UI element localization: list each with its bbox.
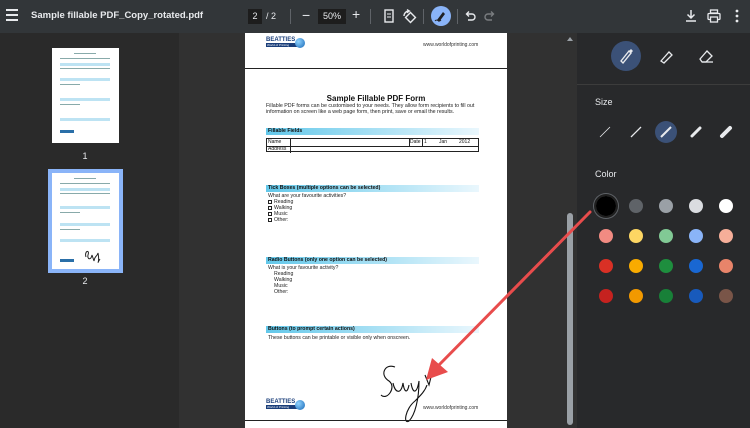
- annotate-icon: [434, 12, 445, 22]
- menu-icon[interactable]: [6, 9, 18, 23]
- pdf-page: BEATTIES World of Printing www.worldofpr…: [245, 33, 507, 428]
- radio-option[interactable]: Other:: [274, 289, 288, 295]
- color-swatch[interactable]: [719, 259, 733, 273]
- footer-rule: [245, 420, 507, 421]
- pdf-viewer-app: Sample fillable PDF_Copy_rotated.pdf 2 /…: [0, 0, 750, 428]
- name-label: Name: [268, 139, 282, 145]
- date-year-field[interactable]: 2012: [459, 139, 470, 145]
- page-url-footer: www.worldofprinting.com: [423, 405, 479, 411]
- size-option-1[interactable]: [594, 121, 616, 143]
- form-intro: Fillable PDF forms can be customised to …: [266, 103, 475, 115]
- color-swatch[interactable]: [659, 229, 673, 243]
- zoom-level-input[interactable]: 50%: [318, 9, 346, 24]
- toolbar-divider: [423, 9, 424, 24]
- print-icon[interactable]: [706, 8, 722, 24]
- handwritten-signature: [380, 365, 434, 423]
- color-swatch[interactable]: [659, 259, 673, 273]
- beatties-logo-footer: BEATTIES World of Printing: [266, 399, 305, 410]
- toolbar-divider: [370, 9, 371, 24]
- toolbar-divider: [457, 9, 458, 24]
- size-label: Size: [595, 97, 613, 107]
- color-swatch[interactable]: [629, 199, 643, 213]
- thumbnail-label: 1: [82, 151, 88, 161]
- tick-checkbox[interactable]: [268, 212, 272, 216]
- size-option-5[interactable]: [715, 121, 737, 143]
- tick-checkbox[interactable]: [268, 206, 272, 210]
- name-field[interactable]: [291, 139, 409, 145]
- panel-divider: [577, 84, 750, 85]
- rotate-icon[interactable]: [401, 8, 417, 24]
- address-label: Address: [268, 146, 287, 152]
- size-option-3[interactable]: [655, 121, 677, 143]
- color-swatch[interactable]: [629, 259, 643, 273]
- scrollbar-thumb[interactable]: [567, 213, 573, 425]
- tick-option: Other:: [274, 217, 289, 223]
- document-viewer[interactable]: BEATTIES World of Printing www.worldofpr…: [179, 33, 577, 428]
- header-rule: [245, 68, 507, 69]
- section-buttons: Buttons (to prompt certain actions): [266, 326, 479, 333]
- document-title: Sample fillable PDF_Copy_rotated.pdf: [31, 10, 204, 21]
- top-toolbar: Sample fillable PDF_Copy_rotated.pdf 2 /…: [0, 0, 750, 33]
- section-radio-buttons: Radio Buttons (only one option can be se…: [266, 257, 479, 264]
- highlighter-tool-button[interactable]: [651, 41, 681, 71]
- fillable-fields-table: Name Date 1 Jan 2012 Address: [266, 138, 479, 153]
- scroll-up-icon[interactable]: [566, 36, 574, 42]
- section-fillable-fields: Fillable Fields: [266, 128, 479, 135]
- toolbar-divider: [290, 9, 291, 24]
- page-url: www.worldofprinting.com: [423, 42, 479, 48]
- zoom-in-button[interactable]: +: [352, 6, 360, 22]
- page-number-input[interactable]: 2: [248, 9, 262, 24]
- color-swatch[interactable]: [629, 229, 643, 243]
- color-swatch[interactable]: [659, 289, 673, 303]
- tick-checkbox[interactable]: [268, 200, 272, 204]
- download-icon[interactable]: [683, 8, 699, 24]
- color-swatch[interactable]: [599, 259, 613, 273]
- color-label: Color: [595, 169, 617, 179]
- buttons-description: These buttons can be printable or visibl…: [268, 335, 411, 341]
- thumbnail-sidebar: 1 2: [0, 33, 179, 428]
- thumbnail-signature: [85, 250, 101, 263]
- color-swatch[interactable]: [719, 199, 733, 213]
- color-swatch[interactable]: [599, 289, 613, 303]
- page-thumbnail-1[interactable]: [52, 48, 119, 143]
- zoom-out-button[interactable]: −: [302, 7, 310, 23]
- color-swatch[interactable]: [689, 289, 703, 303]
- fit-page-icon[interactable]: [381, 8, 397, 24]
- color-swatch[interactable]: [719, 289, 733, 303]
- eraser-icon: [699, 50, 713, 63]
- color-swatch[interactable]: [689, 199, 703, 213]
- viewer-scrollbar[interactable]: [563, 33, 577, 428]
- page-thumbnail-2[interactable]: [48, 169, 123, 273]
- pen-icon: [620, 49, 633, 65]
- pen-tool-button[interactable]: [611, 41, 641, 71]
- annotation-panel: Size Color: [577, 33, 750, 428]
- scroll-down-icon[interactable]: [566, 419, 574, 425]
- thumbnail-label: 2: [82, 276, 88, 286]
- redo-icon[interactable]: [482, 8, 498, 24]
- color-swatch[interactable]: [719, 229, 733, 243]
- date-label: Date: [410, 139, 421, 145]
- size-option-2[interactable]: [625, 121, 647, 143]
- date-month-field[interactable]: Jan: [439, 139, 447, 145]
- color-swatch[interactable]: [629, 289, 643, 303]
- tick-checkbox[interactable]: [268, 218, 272, 222]
- undo-icon[interactable]: [462, 8, 478, 24]
- section-tick-boxes: Tick Boxes (multiple options can be sele…: [266, 185, 479, 192]
- form-title: Sample Fillable PDF Form: [326, 94, 426, 103]
- color-swatch[interactable]: [599, 229, 613, 243]
- more-options-icon[interactable]: [729, 8, 745, 24]
- size-option-4[interactable]: [685, 121, 707, 143]
- color-swatch[interactable]: [659, 199, 673, 213]
- beatties-logo: BEATTIES World of Printing: [266, 37, 305, 48]
- highlighter-icon: [660, 51, 673, 64]
- annotation-mode-button[interactable]: [431, 6, 451, 26]
- color-swatch[interactable]: [689, 229, 703, 243]
- date-day-field[interactable]: 1: [424, 139, 427, 145]
- color-swatch[interactable]: [594, 194, 618, 218]
- address-field[interactable]: [291, 146, 479, 152]
- page-count: / 2: [266, 11, 277, 21]
- color-swatch[interactable]: [689, 259, 703, 273]
- eraser-tool-button[interactable]: [691, 41, 721, 71]
